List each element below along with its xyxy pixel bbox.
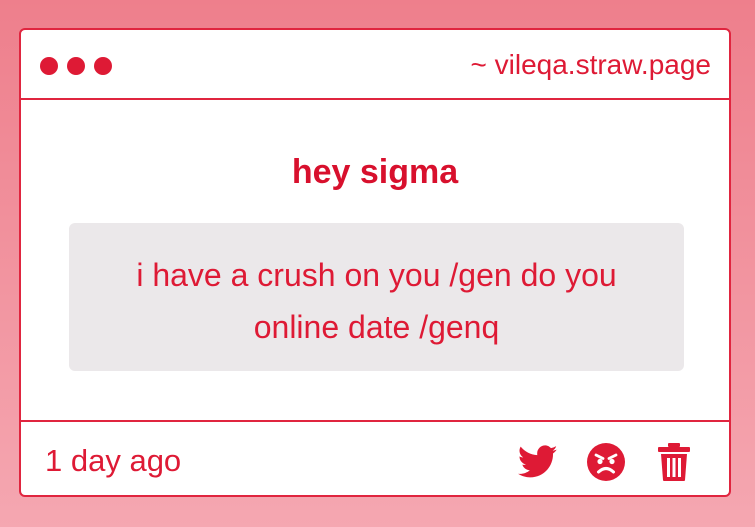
twitter-share-button[interactable] [517,442,559,482]
message-card: ~ vileqa.straw.page hey sigma i have a c… [19,28,731,497]
message-title: hey sigma [291,153,459,191]
window-dot-2 [67,57,85,75]
angry-face-icon [587,443,625,481]
trash-icon [658,443,690,481]
delete-button[interactable] [653,442,695,482]
window-dot-3 [94,57,112,75]
timestamp: 1 day ago [45,443,182,478]
card-footer: 1 day ago [21,420,729,495]
window-dot-1 [40,57,58,75]
site-url[interactable]: ~ vileqa.straw.page [471,48,712,82]
window-dots [40,57,112,75]
report-button[interactable] [585,442,627,482]
message-body: i have a crush on you /gen do you online… [69,223,684,371]
window-titlebar: ~ vileqa.straw.page [21,30,729,100]
twitter-icon [518,445,558,478]
action-bar [517,442,695,482]
